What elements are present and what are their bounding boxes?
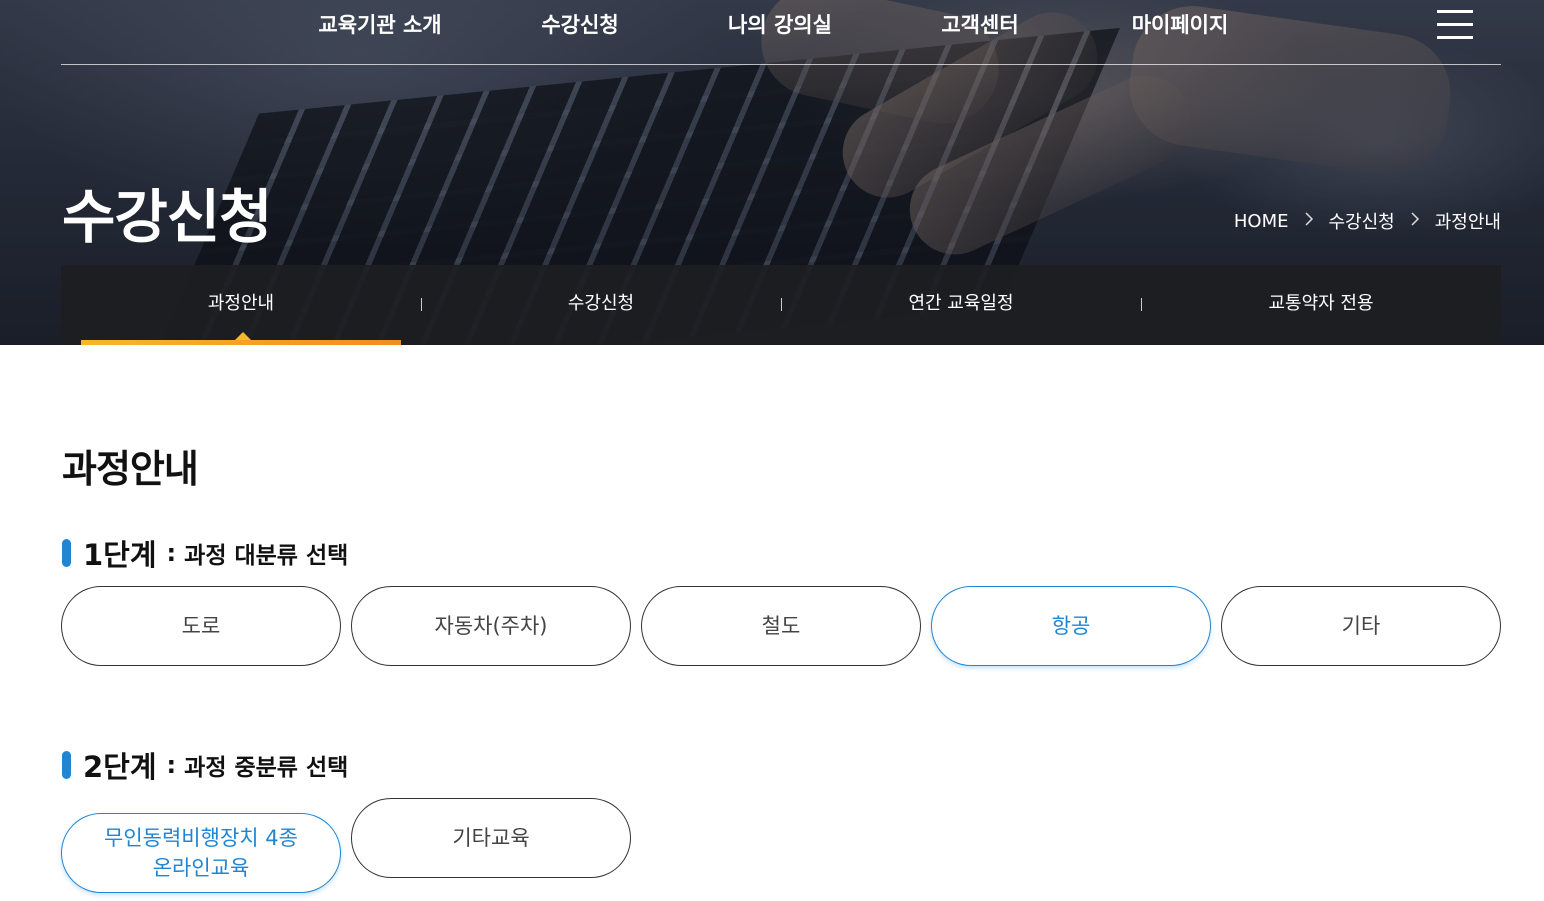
step1-description: 과정 대분류 선택 — [184, 543, 349, 569]
step1-heading: 1단계 : 과정 대분류 선택 — [62, 532, 348, 574]
hamburger-menu-icon[interactable] — [1437, 10, 1473, 40]
hero-title: 수강신청 — [62, 183, 272, 251]
tab-registration[interactable]: 수강신청 — [421, 265, 781, 345]
category-option-vehicle-parking[interactable]: 자동차(주차) — [351, 586, 631, 666]
breadcrumb: HOME 수강신청 과정안내 — [1234, 208, 1501, 234]
step-marker-icon — [62, 539, 71, 567]
step-marker-icon — [62, 751, 71, 779]
nav-item-institution-intro[interactable]: 교육기관 소개 — [300, 10, 460, 40]
step2-heading: 2단계 : 과정 중분류 선택 — [62, 744, 348, 786]
page-title: 과정안내 — [62, 447, 199, 491]
step1-colon: : — [166, 539, 177, 567]
category-option-road[interactable]: 도로 — [61, 586, 341, 666]
breadcrumb-course-info[interactable]: 과정안내 — [1435, 208, 1501, 234]
chevron-right-icon — [1410, 211, 1420, 232]
tab-transport-vulnerable[interactable]: 교통약자 전용 — [1141, 265, 1501, 345]
nav-divider — [61, 64, 1501, 65]
subcategory-option-drone-online[interactable]: 무인동력비행장치 4종 온라인교육 — [61, 813, 341, 893]
top-navigation: 교육기관 소개 수강신청 나의 강의실 고객센터 마이페이지 — [0, 0, 1544, 65]
step1-number: 1단계 — [83, 538, 157, 572]
step2-description: 과정 중분류 선택 — [184, 755, 349, 781]
active-tab-caret-icon — [235, 332, 251, 340]
subcategory-option-line2: 온라인교육 — [152, 856, 250, 880]
tab-annual-schedule[interactable]: 연간 교육일정 — [781, 265, 1141, 345]
breadcrumb-registration[interactable]: 수강신청 — [1329, 208, 1395, 234]
chevron-right-icon — [1304, 211, 1314, 232]
hero-banner: 교육기관 소개 수강신청 나의 강의실 고객센터 마이페이지 수강신청 HOME… — [0, 0, 1544, 345]
nav-item-registration[interactable]: 수강신청 — [510, 10, 650, 40]
step2-colon: : — [166, 751, 177, 779]
step2-number: 2단계 — [83, 750, 157, 784]
subcategory-option-line1: 무인동력비행장치 4종 — [104, 826, 298, 850]
category-option-other[interactable]: 기타 — [1221, 586, 1501, 666]
active-tab-indicator — [81, 340, 401, 345]
breadcrumb-home[interactable]: HOME — [1234, 211, 1289, 232]
nav-item-my-classroom[interactable]: 나의 강의실 — [705, 10, 855, 40]
category-option-aviation[interactable]: 항공 — [931, 586, 1211, 666]
nav-item-customer-center[interactable]: 고객센터 — [915, 10, 1045, 40]
subcategory-option-line1: 기타교육 — [452, 826, 530, 850]
category-option-railway[interactable]: 철도 — [641, 586, 921, 666]
sub-tab-bar: 과정안내 수강신청 연간 교육일정 교통약자 전용 — [61, 265, 1501, 345]
subcategory-option-other-education[interactable]: 기타교육 — [351, 798, 631, 878]
nav-item-mypage[interactable]: 마이페이지 — [1110, 10, 1250, 40]
